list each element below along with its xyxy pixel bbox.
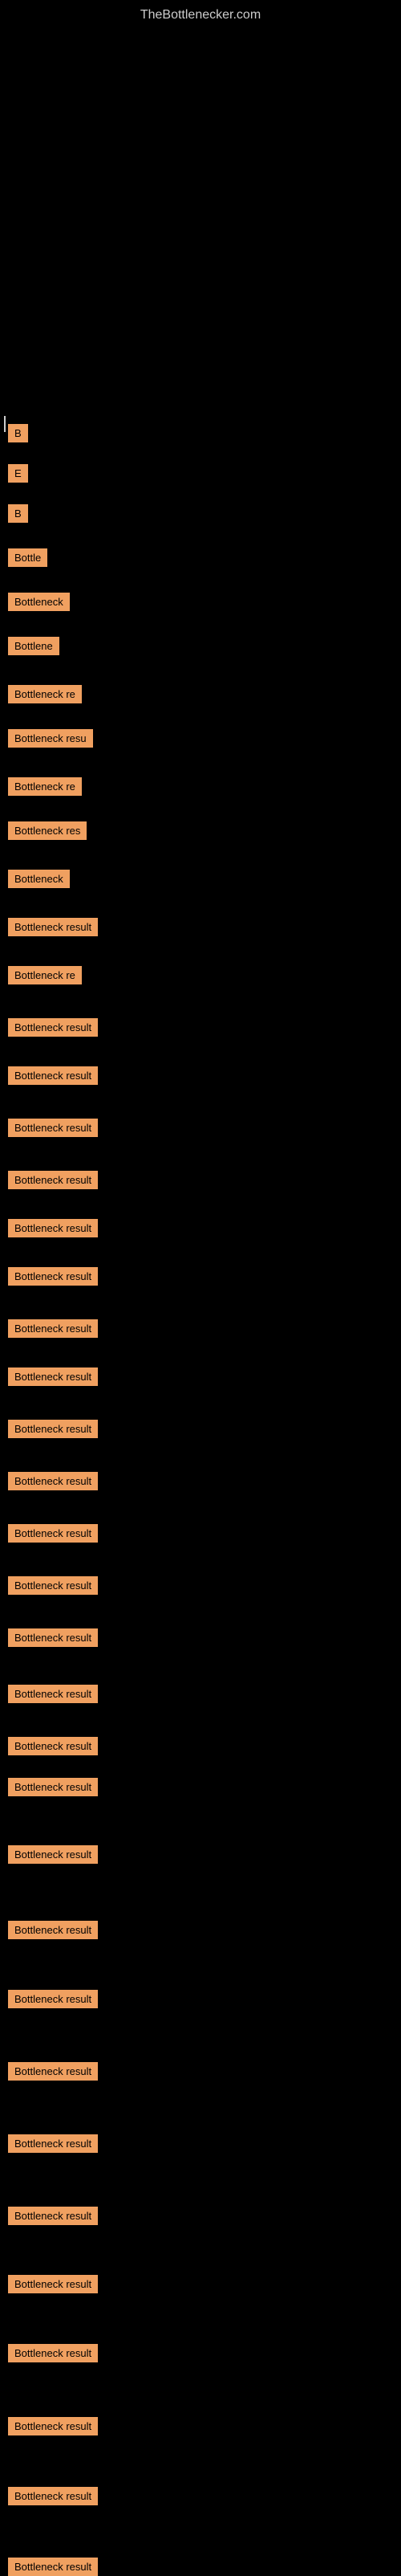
bottleneck-result-item: Bottleneck re: [8, 966, 82, 984]
bottleneck-result-item: Bottleneck result: [8, 1367, 98, 1386]
bottleneck-result-item: Bottleneck result: [8, 1524, 98, 1543]
bottleneck-result-item: Bottleneck res: [8, 821, 87, 840]
bottleneck-result-item: Bottleneck result: [8, 2558, 98, 2576]
bottleneck-result-item: Bottleneck result: [8, 918, 98, 936]
bottleneck-result-item: Bottleneck result: [8, 1267, 98, 1286]
bottleneck-result-item: Bottleneck result: [8, 1219, 98, 1237]
bottleneck-result-item: Bottleneck result: [8, 1921, 98, 1939]
bottleneck-result-item: Bottleneck result: [8, 1628, 98, 1647]
bottleneck-result-item: Bottleneck result: [8, 1737, 98, 1755]
bottleneck-result-item: Bottleneck: [8, 593, 70, 611]
bottleneck-result-item: B: [8, 424, 28, 442]
bottleneck-result-item: Bottleneck result: [8, 2344, 98, 2362]
bottleneck-result-item: Bottleneck result: [8, 1420, 98, 1438]
bottleneck-result-item: Bottleneck result: [8, 2062, 98, 2081]
bottleneck-result-item: B: [8, 504, 28, 523]
bottleneck-result-item: Bottleneck result: [8, 1472, 98, 1490]
bottleneck-result-item: Bottleneck re: [8, 685, 82, 703]
bottleneck-result-item: Bottleneck result: [8, 1319, 98, 1338]
bottleneck-result-item: Bottleneck: [8, 870, 70, 888]
bottleneck-result-item: Bottleneck result: [8, 1778, 98, 1796]
bottleneck-result-item: Bottleneck result: [8, 2487, 98, 2505]
bottleneck-result-item: Bottleneck result: [8, 2134, 98, 2153]
bottleneck-result-item: Bottleneck result: [8, 1990, 98, 2008]
bottleneck-result-item: Bottleneck result: [8, 1845, 98, 1864]
bottleneck-result-item: Bottleneck re: [8, 777, 82, 796]
bottleneck-result-item: Bottleneck result: [8, 1018, 98, 1037]
bottleneck-result-item: Bottleneck result: [8, 1576, 98, 1595]
bottleneck-result-item: Bottleneck result: [8, 1685, 98, 1703]
bottleneck-result-item: Bottlene: [8, 637, 59, 655]
site-title: TheBottlenecker.com: [0, 0, 401, 31]
bottleneck-result-item: E: [8, 464, 28, 483]
bottleneck-result-item: Bottleneck result: [8, 2275, 98, 2293]
bottleneck-result-item: Bottleneck result: [8, 1171, 98, 1189]
bottleneck-result-item: Bottleneck resu: [8, 729, 93, 748]
bottleneck-result-item: Bottleneck result: [8, 1119, 98, 1137]
bottleneck-result-item: Bottleneck result: [8, 2207, 98, 2225]
bottleneck-result-item: Bottleneck result: [8, 1066, 98, 1085]
bottleneck-result-item: Bottle: [8, 548, 47, 567]
bottleneck-result-item: Bottleneck result: [8, 2417, 98, 2435]
